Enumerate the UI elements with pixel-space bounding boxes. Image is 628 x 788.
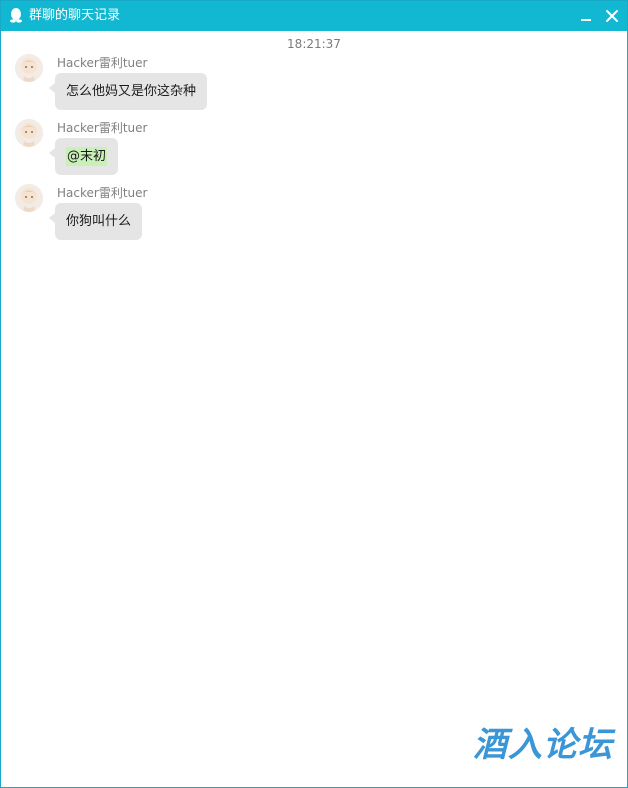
window-title: 群聊的聊天记录 — [29, 8, 121, 23]
message-bubble[interactable]: @末初 — [48, 138, 119, 175]
message-text: 你狗叫什么 — [66, 214, 132, 229]
forum-watermark: 酒入论坛 — [473, 725, 613, 765]
message-timestamp: 18:21:37 — [287, 37, 341, 51]
message-bubble[interactable]: 怎么他妈又是你这杂种 — [48, 73, 208, 110]
minimize-button[interactable] — [579, 9, 593, 23]
avatar[interactable] — [15, 119, 43, 147]
close-button[interactable] — [605, 9, 619, 23]
message-bubble[interactable]: 你狗叫什么 — [48, 203, 143, 240]
chat-message: Hacker雷利tuer @末初 — [15, 119, 415, 181]
message-text: 怎么他妈又是你这杂种 — [66, 84, 197, 99]
chat-history-window: 群聊的聊天记录 18:21:37 Hacker雷利tuer 怎么他妈又是你这杂种 — [0, 0, 628, 788]
sender-name: Hacker雷利tuer — [57, 186, 148, 200]
chat-message: Hacker雷利tuer 你狗叫什么 — [15, 184, 415, 246]
avatar[interactable] — [15, 184, 43, 212]
avatar[interactable] — [15, 54, 43, 82]
title-bar: 群聊的聊天记录 — [1, 1, 627, 31]
qq-penguin-icon — [10, 8, 22, 23]
mention-tag[interactable]: @末初 — [66, 147, 108, 166]
chat-message: Hacker雷利tuer 怎么他妈又是你这杂种 — [15, 54, 415, 116]
sender-name: Hacker雷利tuer — [57, 56, 148, 70]
sender-name: Hacker雷利tuer — [57, 121, 148, 135]
